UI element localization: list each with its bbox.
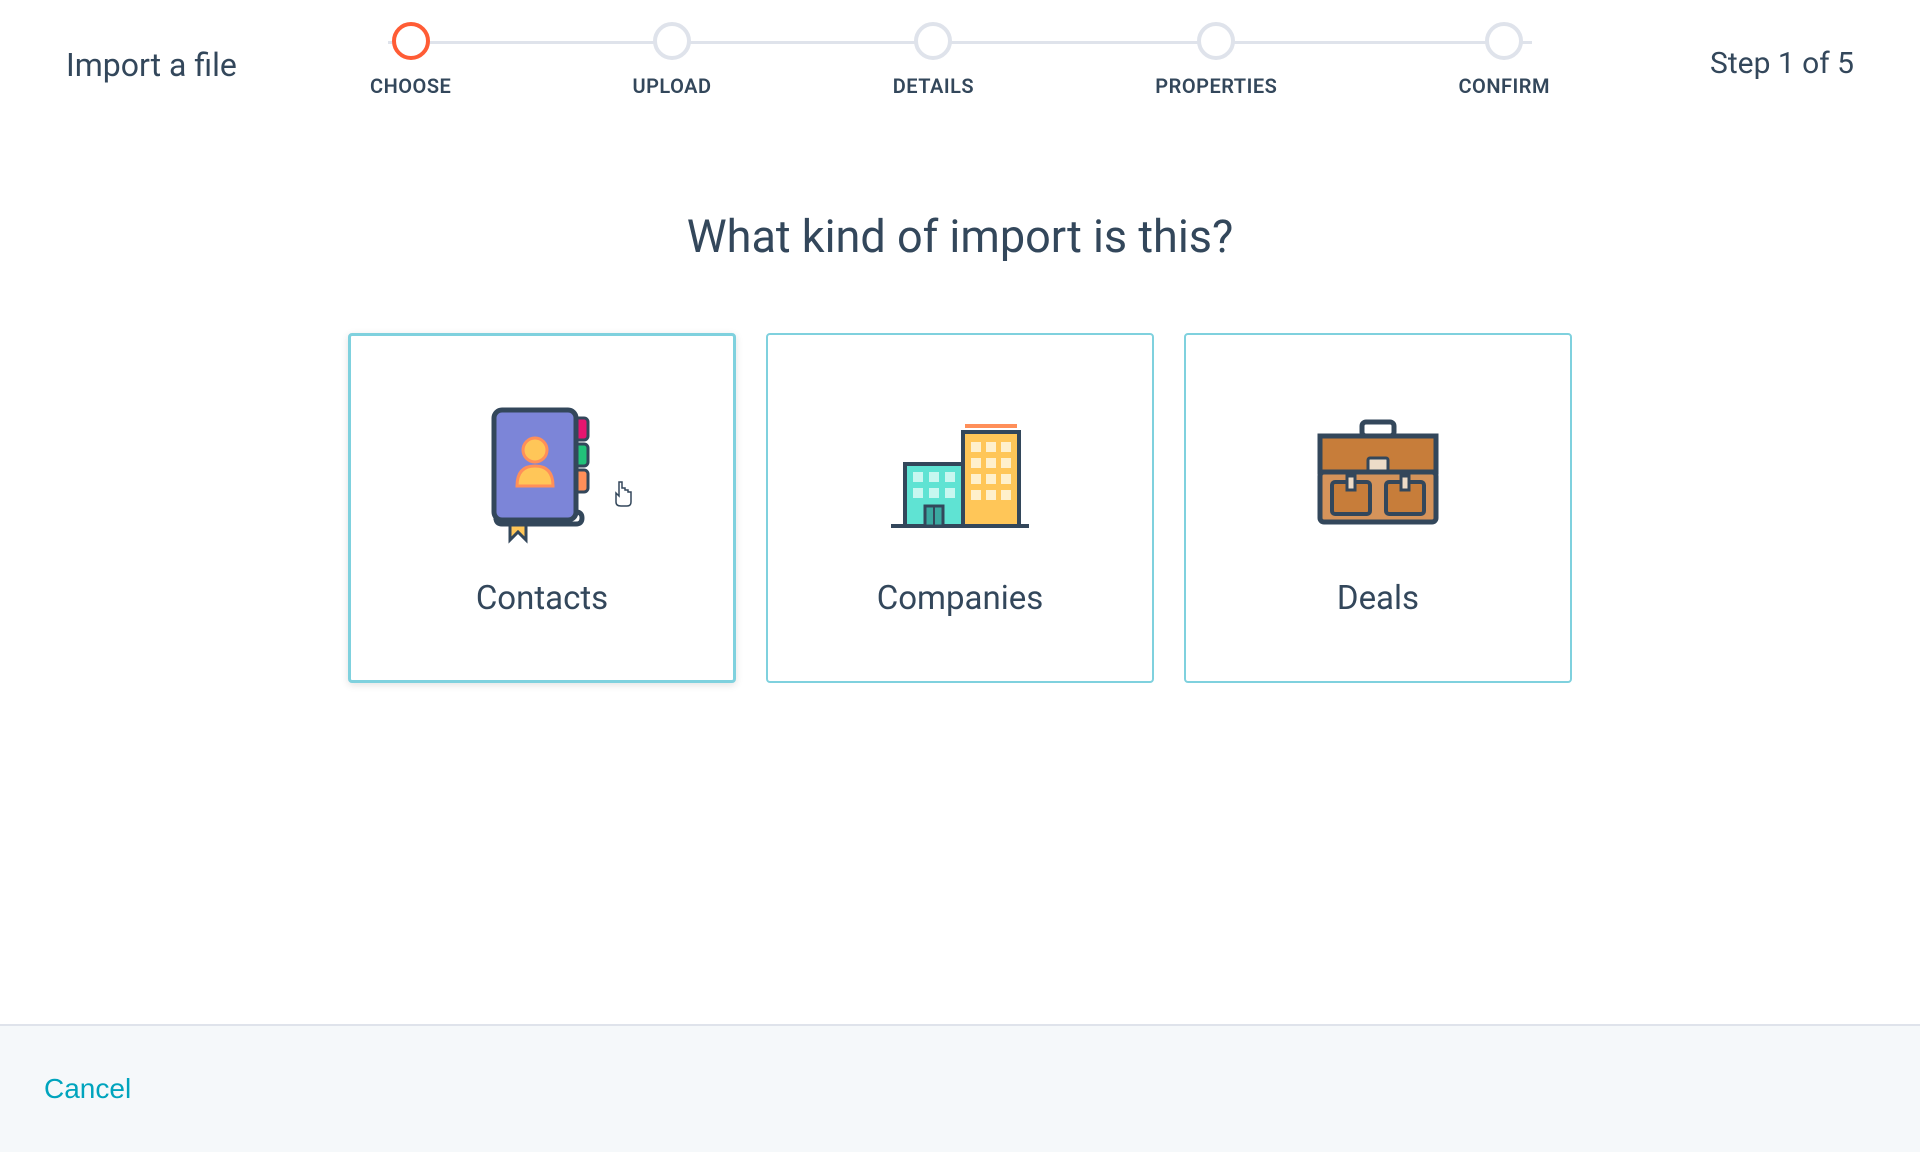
step-choose: CHOOSE bbox=[370, 22, 451, 98]
card-label: Contacts bbox=[476, 579, 608, 618]
step-label: UPLOAD bbox=[632, 74, 711, 98]
step-confirm: CONFIRM bbox=[1458, 22, 1549, 98]
wizard-header: Import a file CHOOSE UPLOAD DETAILS PROP… bbox=[0, 0, 1920, 30]
step-label: CHOOSE bbox=[370, 74, 451, 98]
step-properties: PROPERTIES bbox=[1155, 22, 1277, 98]
main-content: What kind of import is this? bbox=[0, 30, 1920, 683]
step-label: DETAILS bbox=[893, 74, 974, 98]
step-label: PROPERTIES bbox=[1155, 74, 1277, 98]
card-companies[interactable]: Companies bbox=[766, 333, 1154, 683]
briefcase-icon bbox=[1303, 399, 1453, 549]
card-label: Companies bbox=[877, 579, 1044, 618]
buildings-icon bbox=[885, 399, 1035, 549]
step-details: DETAILS bbox=[893, 22, 974, 98]
step-upload: UPLOAD bbox=[632, 22, 711, 98]
cursor-pointer-icon bbox=[609, 480, 637, 508]
card-contacts[interactable]: Contacts bbox=[348, 333, 736, 683]
card-deals[interactable]: Deals bbox=[1184, 333, 1572, 683]
step-circle-details bbox=[914, 22, 952, 60]
main-heading: What kind of import is this? bbox=[0, 210, 1920, 263]
cancel-button[interactable]: Cancel bbox=[44, 1073, 131, 1105]
step-circle-choose bbox=[392, 22, 430, 60]
wizard-footer: Cancel bbox=[0, 1024, 1920, 1152]
address-book-icon bbox=[467, 399, 617, 549]
step-circle-confirm bbox=[1485, 22, 1523, 60]
import-type-cards: Contacts bbox=[0, 333, 1920, 683]
stepper: CHOOSE UPLOAD DETAILS PROPERTIES CONFIRM bbox=[370, 22, 1550, 98]
step-circle-properties bbox=[1197, 22, 1235, 60]
step-indicator: Step 1 of 5 bbox=[1710, 46, 1854, 81]
card-label: Deals bbox=[1337, 579, 1419, 618]
step-circle-upload bbox=[653, 22, 691, 60]
step-label: CONFIRM bbox=[1458, 74, 1549, 98]
page-title: Import a file bbox=[66, 46, 237, 84]
